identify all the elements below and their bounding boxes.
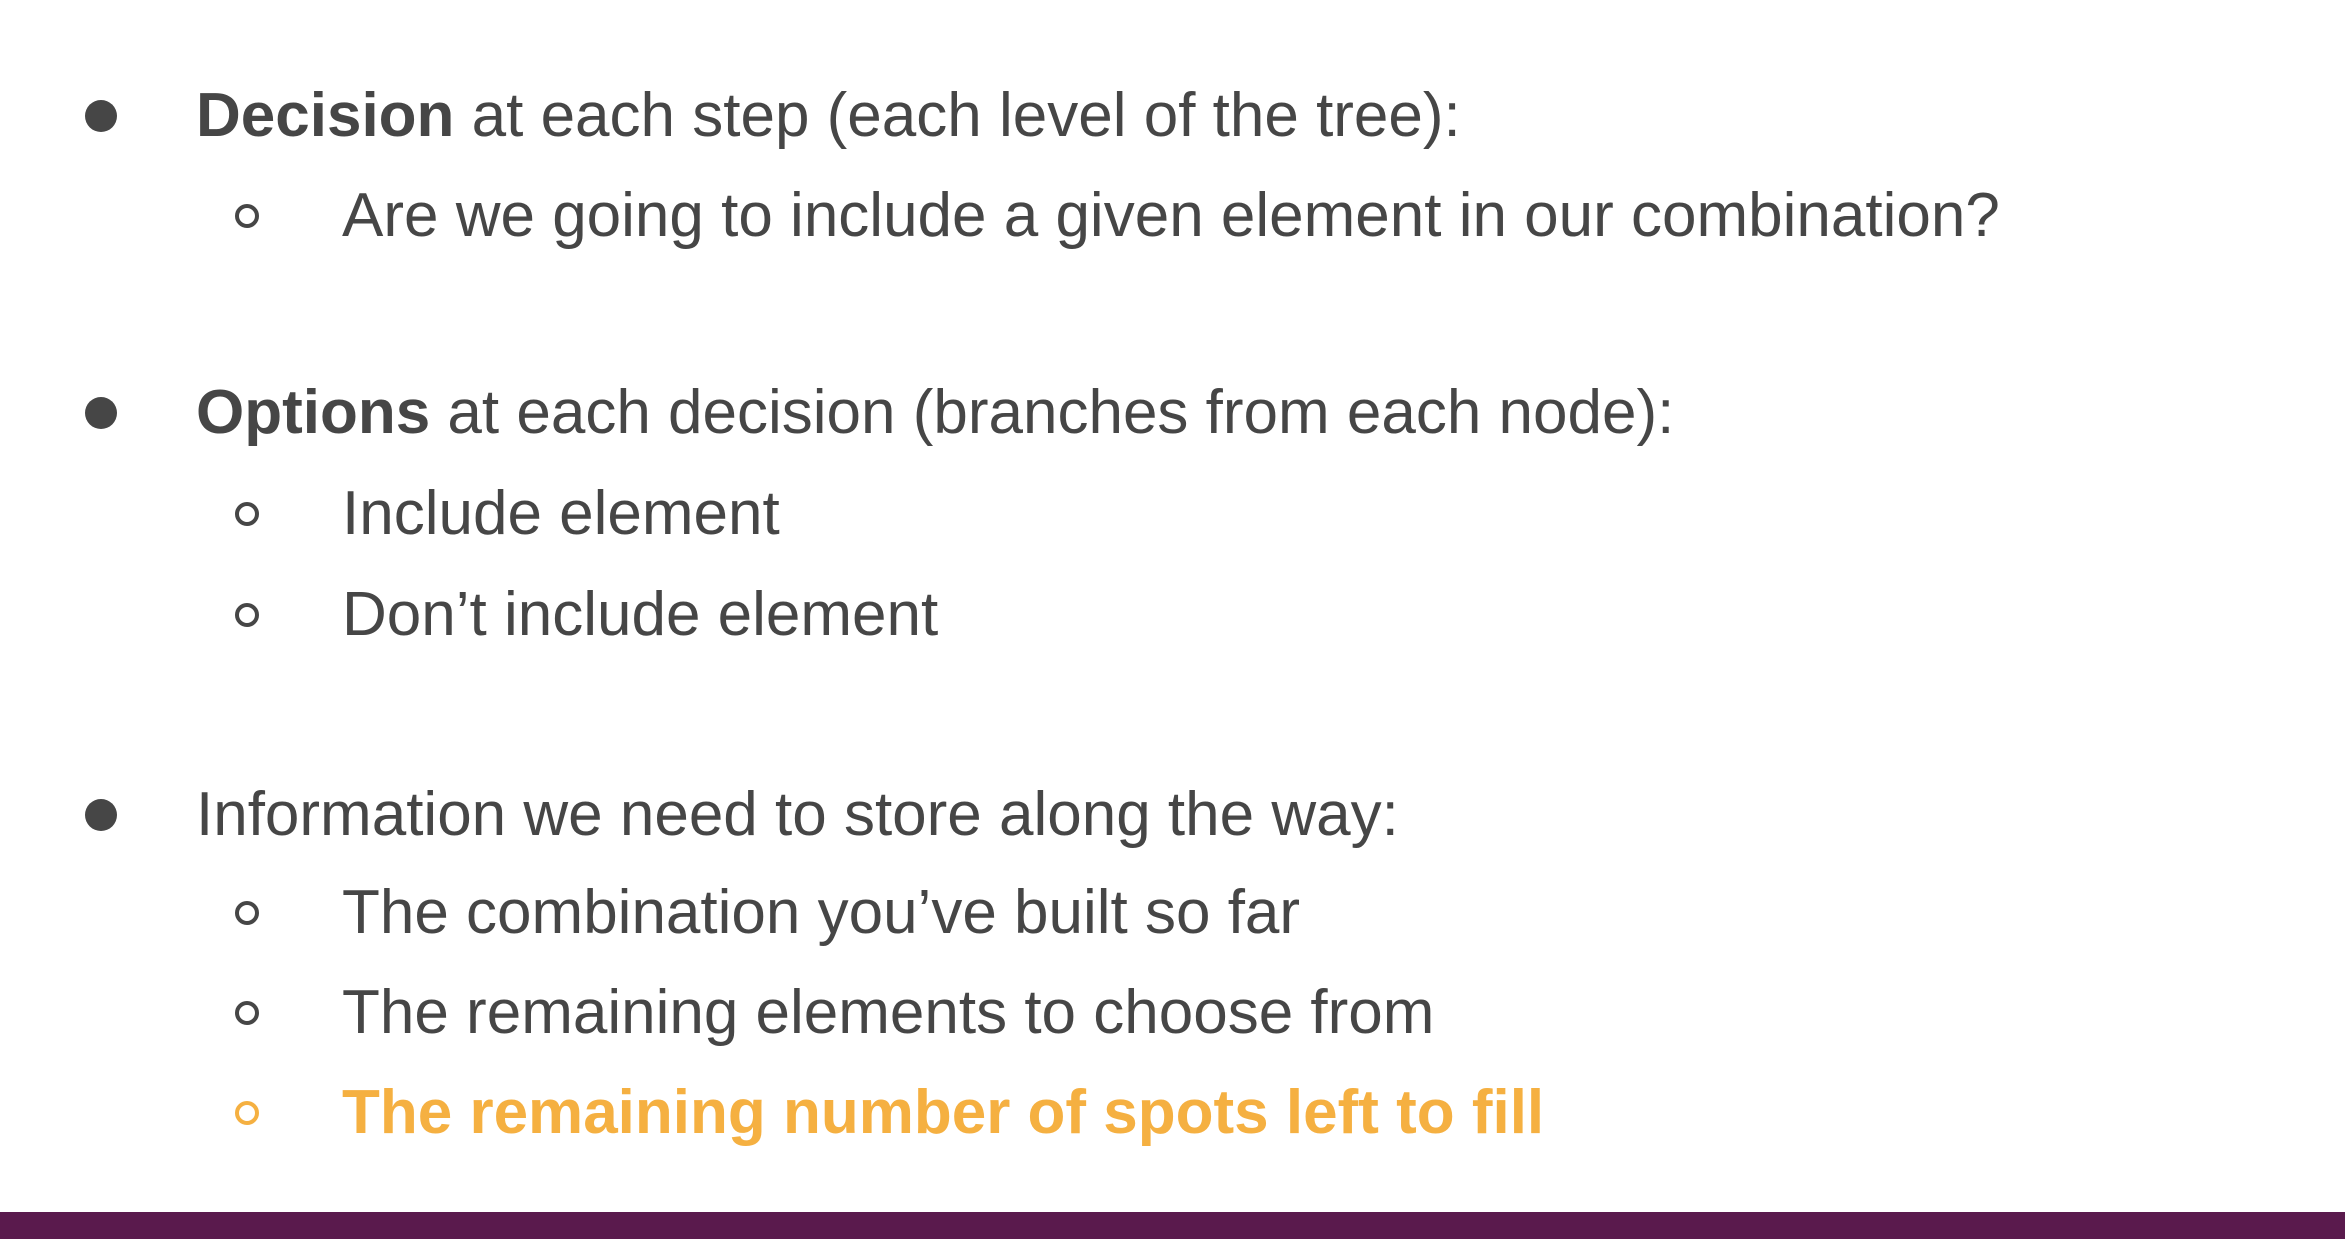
bullet-bold-term: Decision — [196, 81, 455, 150]
sub-bullet: The remaining elements to choose from — [0, 963, 2345, 1063]
filled-bullet-icon — [84, 765, 118, 865]
bullet-text: Options at each decision (branches from … — [196, 363, 1674, 463]
hollow-bullet-icon — [230, 464, 264, 564]
bullet-rest-text: at each decision (branches from each nod… — [430, 378, 1675, 447]
bullet-decision: Decision at each step (each level of the… — [0, 66, 2345, 166]
bullet-information: Information we need to store along the w… — [0, 765, 2345, 865]
bullet-rest-text: Information we need to store along the w… — [196, 780, 1399, 849]
sub-bullet: Include element — [0, 464, 2345, 564]
sub-bullet: Are we going to include a given element … — [0, 166, 2345, 266]
bullet-text: Information we need to store along the w… — [196, 765, 1399, 865]
sub-bullet-text: Include element — [342, 479, 780, 548]
bullet-options: Options at each decision (branches from … — [0, 363, 2345, 463]
bottom-accent-bar — [0, 1212, 2345, 1239]
filled-bullet-icon — [84, 66, 118, 166]
slide: Decision at each step (each level of the… — [0, 0, 2345, 1212]
sub-bullet-text: The remaining elements to choose from — [342, 978, 1435, 1047]
bullet-text: Decision at each step (each level of the… — [196, 66, 1461, 166]
sub-bullet-text: The combination you’ve built so far — [342, 878, 1301, 947]
sub-bullet-text: Don’t include element — [342, 580, 939, 649]
hollow-bullet-icon — [230, 565, 264, 665]
sub-bullet: Don’t include element — [0, 565, 2345, 665]
hollow-bullet-icon — [230, 963, 264, 1063]
hollow-bullet-icon — [230, 166, 264, 266]
bullet-rest-text: at each step (each level of the tree): — [454, 81, 1461, 150]
sub-bullet-text: The remaining number of spots left to fi… — [342, 1078, 1545, 1147]
hollow-bullet-icon — [230, 1063, 264, 1163]
sub-bullet-text: Are we going to include a given element … — [342, 181, 2000, 250]
filled-bullet-icon — [84, 363, 118, 463]
sub-bullet-highlighted: The remaining number of spots left to fi… — [0, 1063, 2345, 1163]
sub-bullet: The combination you’ve built so far — [0, 863, 2345, 963]
bullet-bold-term: Options — [196, 378, 431, 447]
hollow-bullet-icon — [230, 863, 264, 963]
